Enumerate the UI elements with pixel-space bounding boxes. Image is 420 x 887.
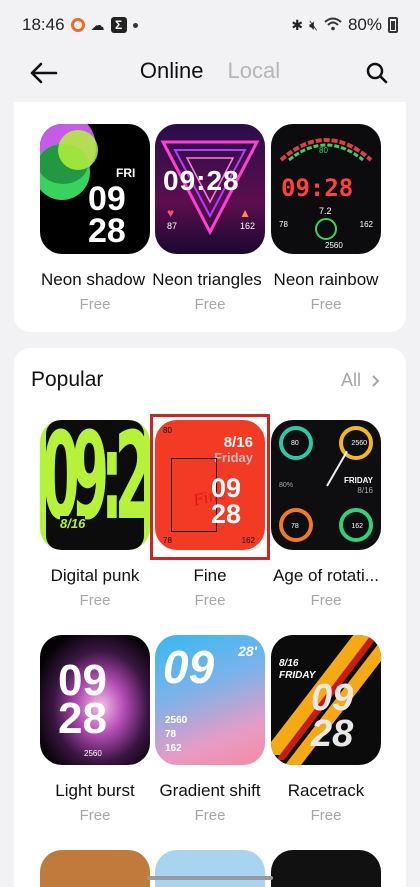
status-time: 18:46 [22, 15, 65, 34]
top-app-bar: Online Local [0, 50, 420, 96]
bluetooth-icon: ✱ [291, 17, 304, 33]
more-notifications-dot-icon [132, 22, 138, 28]
face-heart-value: 87 [167, 221, 178, 231]
all-link-label: All [340, 370, 361, 390]
watchface-tile-neon-triangles[interactable]: 09:28 ♥ 87 ▲ 162 Neon triangles Free [152, 124, 265, 313]
watchface-tile-partial-1[interactable] [40, 850, 150, 887]
face-bottom-value: 2560 [325, 241, 343, 250]
face-calorie-value: 162 [239, 221, 255, 231]
tab-local[interactable]: Local [228, 58, 281, 84]
face-date: 7.2 [319, 206, 332, 216]
cloud-icon: ☁ [90, 17, 105, 33]
watchface-tile-partial-3[interactable] [271, 850, 381, 887]
face-tr-value: 2560 [351, 440, 367, 447]
face-br-value: 162 [351, 523, 363, 530]
watchface-preview-digital-punk: 09:28 8/16 [40, 420, 150, 550]
face-minute: 28 [311, 713, 354, 755]
face-mid-value: 80% [279, 482, 294, 489]
face-left-value: 78 [279, 220, 288, 229]
status-bar: 18:46 ☁ Σ ✱ 🔇︎ 80% [0, 0, 420, 50]
face-line-3: 162 [165, 743, 182, 754]
watchface-tile-neon-shadow[interactable]: FRI 09 28 Neon shadow Free [40, 124, 150, 313]
watchface-tile-digital-punk[interactable]: 09:28 8/16 Digital punk Free [40, 420, 150, 609]
watchface-preview-neon-triangles: 09:28 ♥ 87 ▲ 162 [155, 124, 265, 254]
tile-name: Digital punk [50, 566, 140, 585]
tile-price: Free [79, 296, 111, 313]
tile-price: Free [194, 296, 226, 313]
face-tl-value: 80 [291, 440, 299, 447]
tab-online[interactable]: Online [140, 58, 204, 84]
face-hour: 09 [88, 180, 126, 218]
chevron-right-icon [372, 374, 380, 387]
tile-name: Fine [193, 566, 227, 585]
face-time: 09:28 [281, 174, 354, 202]
tile-name: Neon rainbow [273, 270, 379, 289]
tile-name: Neon triangles [152, 270, 262, 289]
notification-ring-icon [70, 18, 85, 32]
face-hour: 09 [163, 641, 215, 693]
face-date: 8/16 [60, 516, 86, 531]
tile-price: Free [310, 296, 342, 313]
face-minute: 28 [58, 694, 107, 743]
watchface-preview-racetrack: 8/16 FRIDAY 09 28 [271, 635, 381, 765]
featured-section: FRI 09 28 Neon shadow Free 09:28 ♥ 87 ▲ … [14, 102, 406, 332]
face-line-1: 2560 [165, 715, 188, 726]
face-bl-value: 78 [291, 523, 299, 530]
face-time: 09:28 [42, 420, 150, 548]
tile-price: Free [310, 807, 342, 824]
tile-name: Gradient shift [159, 781, 261, 800]
wifi-icon [324, 17, 342, 33]
face-date: 8/16 [357, 486, 373, 495]
watchface-preview-neon-rainbow: 80 09:28 7.2 78 162 2560 [271, 124, 381, 254]
watchface-preview-age-of-rotation: 80 2560 80% FRIDAY 8/16 78 162 [271, 420, 381, 550]
tile-price: Free [79, 592, 111, 609]
tile-name: Racetrack [287, 781, 365, 800]
battery-percent: 80% [347, 15, 382, 34]
watchface-tile-neon-rainbow[interactable]: 80 09:28 7.2 78 162 2560 Neon rainbow Fr… [271, 124, 381, 313]
watchface-tile-age-of-rotation[interactable]: 80 2560 80% FRIDAY 8/16 78 162 Age of ro… [271, 420, 381, 609]
face-day: FRI [116, 166, 136, 180]
tile-price: Free [194, 807, 226, 824]
face-seconds: 28' [238, 643, 257, 659]
watchface-preview-neon-shadow: FRI 09 28 [40, 124, 150, 254]
watchface-tile-racetrack[interactable]: 8/16 FRIDAY 09 28 Racetrack Free [271, 635, 381, 824]
face-hour: 09 [311, 677, 354, 719]
section-title: Popular [31, 368, 104, 391]
face-day: FRIDAY [279, 670, 316, 681]
tile-price: Free [310, 592, 342, 609]
watchface-tile-partial-2[interactable] [155, 850, 265, 887]
face-bottom-value: 2560 [84, 749, 102, 758]
popular-section: Popular All 09:28 8/16 Digital punk Free… [14, 348, 406, 887]
mute-icon: 🔇︎ [309, 17, 318, 33]
face-minute: 28 [88, 212, 126, 250]
gesture-home-bar[interactable] [147, 876, 273, 880]
sigma-app-icon: Σ [110, 17, 127, 33]
face-time: 09:28 [163, 165, 240, 196]
search-button[interactable] [362, 58, 392, 88]
face-right-value: 162 [359, 220, 373, 229]
all-link[interactable]: All [341, 370, 380, 391]
heart-icon: ♥ [167, 206, 175, 220]
face-date: 8/16 [279, 658, 299, 669]
tile-name: Age of rotati... [273, 566, 379, 585]
battery-icon [388, 17, 398, 33]
face-day: FRIDAY [343, 476, 373, 485]
selected-tile-highlight [150, 414, 270, 560]
face-top-value: 80 [319, 146, 328, 155]
search-icon [366, 62, 388, 84]
watchface-preview-gradient-shift: 09 28' 2560 78 162 [155, 635, 265, 765]
face-line-2: 78 [165, 729, 177, 740]
tab-bar: Online Local [0, 58, 420, 84]
tile-name: Light burst [55, 781, 135, 800]
watchface-tile-light-burst[interactable]: 09 28 2560 Light burst Free [40, 635, 150, 824]
watchface-preview-light-burst: 09 28 2560 [40, 635, 150, 765]
tile-name: Neon shadow [41, 270, 145, 289]
tile-price: Free [79, 807, 111, 824]
tile-price: Free [194, 592, 226, 609]
flame-icon: ▲ [239, 206, 251, 220]
watchface-tile-gradient-shift[interactable]: 09 28' 2560 78 162 Gradient shift Free [155, 635, 265, 824]
